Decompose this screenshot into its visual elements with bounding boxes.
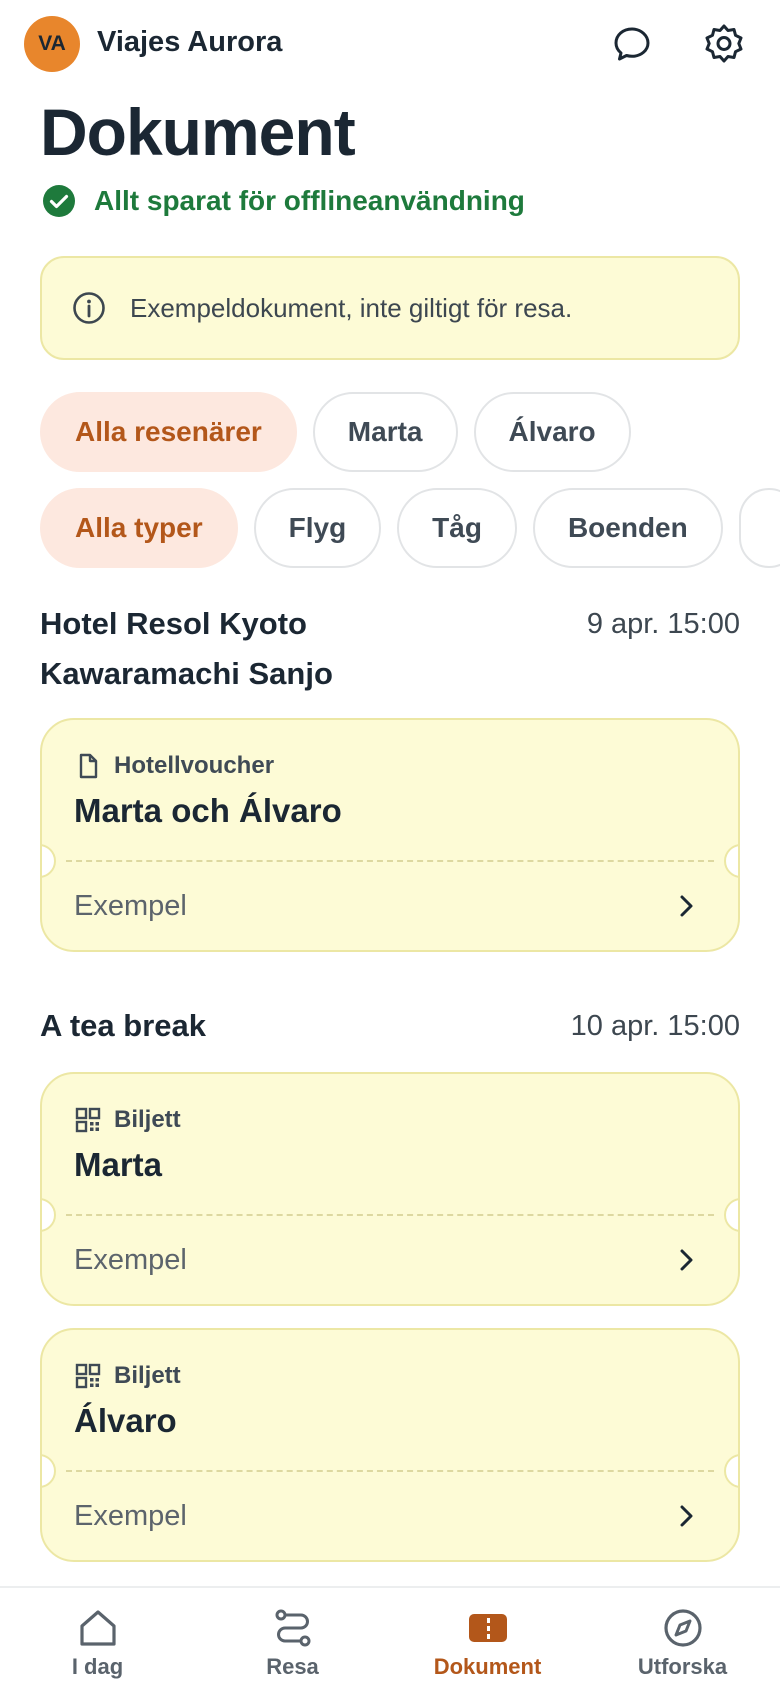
ticket-divider [66, 860, 714, 862]
type-filter: Alla typer Flyg Tåg Boenden [40, 488, 780, 568]
info-banner-text: Exempeldokument, inte giltigt för resa. [130, 292, 573, 323]
nav-label: Dokument [433, 1654, 542, 1679]
chip-all-types[interactable]: Alla typer [40, 488, 238, 568]
section-date: 9 apr. 15:00 [586, 608, 740, 640]
chip-all-travelers[interactable]: Alla resenärer [40, 392, 297, 472]
chat-icon[interactable] [608, 20, 656, 68]
page-title: Dokument [40, 95, 356, 169]
section-title: A tea break [40, 1008, 206, 1043]
chip-trains[interactable]: Tåg [397, 488, 517, 568]
bottom-nav: I dag Resa Dokument Utforska [0, 1586, 780, 1688]
document-footer: Exempel [74, 890, 187, 922]
ticket-divider [66, 1214, 714, 1216]
check-circle-icon [43, 185, 75, 217]
nav-item-documents[interactable]: Dokument [390, 1588, 585, 1688]
nav-item-explore[interactable]: Utforska [585, 1588, 780, 1688]
nav-item-today[interactable]: I dag [0, 1588, 195, 1688]
chip-flights[interactable]: Flyg [253, 488, 382, 568]
nav-label: I dag [71, 1654, 124, 1679]
home-icon [79, 1610, 116, 1646]
document-footer: Exempel [74, 1244, 187, 1276]
document-footer: Exempel [74, 1500, 187, 1532]
top-bar: VA Viajes Aurora [0, 0, 780, 90]
section-title: Hotel Resol Kyoto [40, 606, 307, 641]
agency-name: Viajes Aurora [97, 26, 283, 58]
document-holder: Marta [74, 1146, 163, 1183]
section-date: 10 apr. 15:00 [570, 1010, 740, 1042]
nav-label: Resa [266, 1654, 319, 1679]
chip-lodging[interactable]: Boenden [532, 488, 723, 568]
document-holder: Álvaro [74, 1402, 177, 1439]
gear-icon[interactable] [700, 20, 748, 68]
ticket-icon [468, 1614, 507, 1642]
offline-status: Allt sparat för offlineanvändning [42, 184, 525, 218]
section-title-line2: Kawaramachi Sanjo [40, 656, 333, 691]
chevron-right-icon [680, 1505, 693, 1527]
avatar[interactable]: VA [24, 16, 80, 72]
document-card[interactable]: Hotellvoucher Marta och Álvaro Exempel [40, 718, 740, 952]
compass-icon [663, 1609, 702, 1647]
document-icon [79, 753, 98, 779]
document-holder: Marta och Álvaro [74, 792, 342, 829]
nav-label: Utforska [637, 1654, 728, 1679]
ticket-divider [66, 1470, 714, 1472]
offline-status-text: Allt sparat för offlineanvändning [94, 185, 525, 216]
chip-alvaro[interactable]: Álvaro [473, 392, 631, 472]
chevron-right-icon [680, 895, 693, 917]
qr-code-icon [75, 1363, 101, 1389]
document-type: Biljett [114, 1362, 181, 1389]
document-card[interactable]: Biljett Álvaro Exempel [40, 1328, 740, 1562]
traveler-filter: Alla resenärer Marta Álvaro [40, 392, 631, 472]
chip-more[interactable] [738, 488, 780, 568]
info-icon [73, 292, 105, 324]
chip-marta[interactable]: Marta [312, 392, 458, 472]
info-banner: Exempeldokument, inte giltigt för resa. [40, 256, 740, 360]
nav-item-trip[interactable]: Resa [195, 1588, 390, 1688]
route-icon [275, 1609, 310, 1647]
document-type: Hotellvoucher [114, 752, 275, 779]
qr-code-icon [75, 1107, 101, 1133]
document-card[interactable]: Biljett Marta Exempel [40, 1072, 740, 1306]
chevron-right-icon [680, 1249, 693, 1271]
document-type: Biljett [114, 1106, 181, 1133]
